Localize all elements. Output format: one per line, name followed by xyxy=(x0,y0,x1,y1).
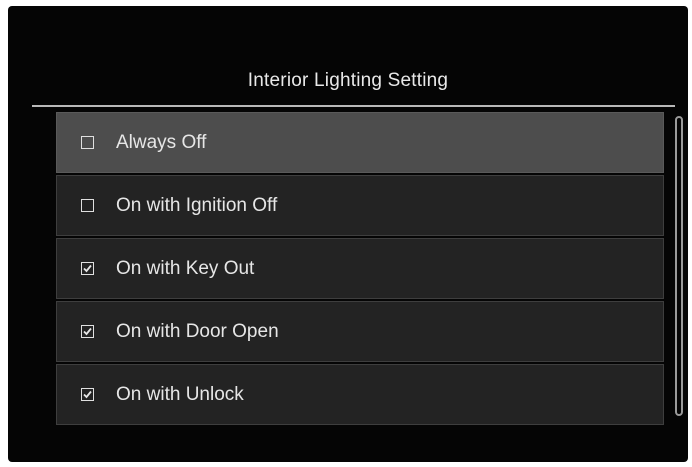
option-label: On with Door Open xyxy=(116,320,279,342)
checkbox-icon[interactable] xyxy=(81,325,94,338)
scrollbar[interactable] xyxy=(675,116,683,416)
checkbox-icon[interactable] xyxy=(81,388,94,401)
option-on-with-door-open[interactable]: On with Door Open xyxy=(56,301,664,362)
checkbox-icon[interactable] xyxy=(81,136,94,149)
title-divider xyxy=(32,105,675,107)
checkbox-icon[interactable] xyxy=(81,262,94,275)
option-label: Always Off xyxy=(116,131,207,153)
checkbox-icon[interactable] xyxy=(81,199,94,212)
option-always-off[interactable]: Always Off xyxy=(56,112,664,173)
option-on-with-ignition-off[interactable]: On with Ignition Off xyxy=(56,175,664,236)
options-list: Always Off On with Ignition Off On with … xyxy=(56,112,664,427)
option-on-with-key-out[interactable]: On with Key Out xyxy=(56,238,664,299)
option-label: On with Ignition Off xyxy=(116,194,278,216)
option-label: On with Unlock xyxy=(116,383,244,405)
option-label: On with Key Out xyxy=(116,257,255,279)
page-title: Interior Lighting Setting xyxy=(247,70,449,91)
settings-screen: Interior Lighting Setting Always Off On … xyxy=(8,6,688,462)
option-on-with-unlock[interactable]: On with Unlock xyxy=(56,364,664,425)
